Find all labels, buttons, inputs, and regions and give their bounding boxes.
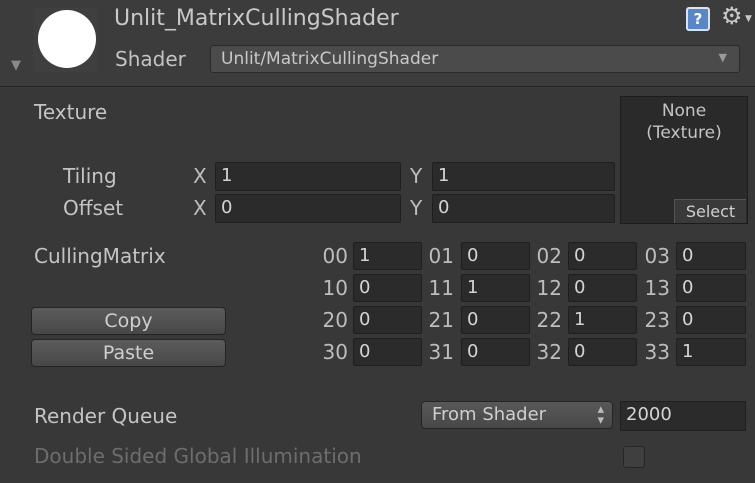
gear-caret-icon[interactable]: ▼ [745,14,752,24]
matrix-index-label[interactable]: 03 [638,244,670,268]
matrix-index-label[interactable]: 13 [638,276,670,300]
offset-x-label[interactable]: X [193,196,207,220]
updown-arrow-icon: ▴ ▾ [597,402,604,428]
culling-matrix-label: CullingMatrix [34,244,166,268]
tiling-y-label[interactable]: Y [410,164,422,188]
matrix-index-label[interactable]: 33 [638,340,670,364]
matrix-cell-field[interactable]: 1 [353,242,422,270]
matrix-cell-field[interactable]: 0 [353,338,422,366]
matrix-cell-field[interactable]: 0 [676,306,746,334]
matrix-cell-field[interactable]: 1 [461,274,530,302]
matrix-index-label[interactable]: 31 [422,340,454,364]
texture-label: Texture [34,100,108,124]
matrix-cell-field[interactable]: 0 [353,306,422,334]
matrix-cell-field[interactable]: 0 [568,274,637,302]
matrix-index-label[interactable]: 20 [316,308,348,332]
render-queue-label: Render Queue [34,404,178,428]
matrix-cell-field[interactable]: 0 [568,242,637,270]
shader-label: Shader [115,47,186,71]
paste-button[interactable]: Paste [31,339,226,367]
chevron-down-icon: ▼ [718,51,727,64]
offset-x-field[interactable]: 0 [215,194,401,223]
matrix-cell-field[interactable]: 0 [461,242,530,270]
render-queue-value-field[interactable]: 2000 [620,401,746,431]
matrix-index-label[interactable]: 23 [638,308,670,332]
matrix-index-label[interactable]: 32 [530,340,562,364]
double-sided-gi-checkbox[interactable] [623,446,645,468]
matrix-cell-field[interactable]: 1 [568,306,637,334]
matrix-index-label[interactable]: 10 [316,276,348,300]
texture-select-button[interactable]: Select [674,199,746,223]
texture-slot-text: None (Texture) [620,100,748,144]
offset-y-field[interactable]: 0 [432,194,615,223]
header-divider [0,86,755,87]
matrix-index-label[interactable]: 22 [530,308,562,332]
render-queue-dropdown[interactable]: From Shader ▴ ▾ [421,401,613,429]
matrix-cell-field[interactable]: 0 [676,274,746,302]
matrix-index-label[interactable]: 12 [530,276,562,300]
matrix-cell-field[interactable]: 0 [568,338,637,366]
matrix-cell-field[interactable]: 1 [676,338,746,366]
matrix-index-label[interactable]: 30 [316,340,348,364]
matrix-index-label[interactable]: 21 [422,308,454,332]
tiling-x-label[interactable]: X [193,164,207,188]
tiling-label: Tiling [63,164,117,188]
fold-arrow-icon[interactable]: ▼ [11,58,21,73]
matrix-index-label[interactable]: 02 [530,244,562,268]
shader-dropdown-value: Unlit/MatrixCullingShader [221,49,439,69]
offset-label: Offset [63,196,124,220]
matrix-cell-field[interactable]: 0 [461,338,530,366]
texture-none-label: None [661,101,707,121]
tiling-x-field[interactable]: 1 [215,162,401,191]
texture-type-label: (Texture) [646,123,722,143]
shader-dropdown[interactable]: Unlit/MatrixCullingShader ▼ [210,45,740,73]
matrix-cell-field[interactable]: 0 [461,306,530,334]
matrix-index-label[interactable]: 00 [316,244,348,268]
copy-button[interactable]: Copy [31,307,226,335]
preview-sphere-icon [38,10,96,68]
offset-y-label[interactable]: Y [410,196,422,220]
matrix-index-label[interactable]: 01 [422,244,454,268]
matrix-cell-field[interactable]: 0 [353,274,422,302]
tiling-y-field[interactable]: 1 [432,162,615,191]
gear-icon[interactable]: ⚙ [721,2,743,30]
matrix-index-label[interactable]: 11 [422,276,454,300]
render-queue-mode: From Shader [432,404,547,425]
material-title: Unlit_MatrixCullingShader [114,6,399,31]
help-icon[interactable]: ? [686,7,710,31]
double-sided-gi-label: Double Sided Global Illumination [34,444,362,468]
matrix-cell-field[interactable]: 0 [676,242,746,270]
